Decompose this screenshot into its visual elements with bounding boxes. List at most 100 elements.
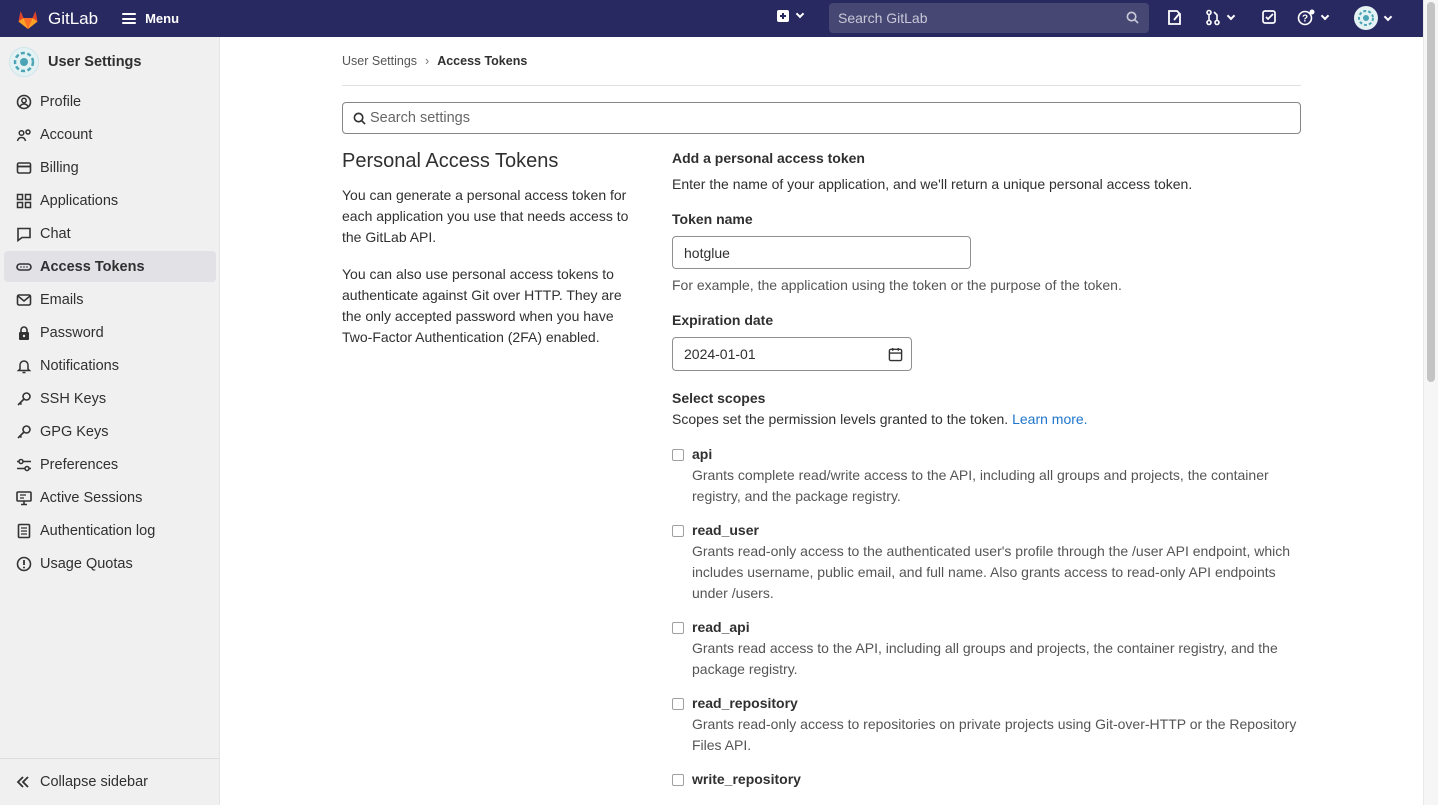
sidebar-item-usage-quotas[interactable]: Usage Quotas — [4, 548, 216, 579]
chat-icon — [16, 226, 32, 242]
chevron-down-icon — [1383, 12, 1393, 21]
bell-icon — [16, 358, 32, 374]
sidebar-item-access-tokens[interactable]: Access Tokens — [4, 251, 216, 282]
sidebar-item-label: Notifications — [40, 357, 119, 374]
scope-read-user: read_user Grants read-only access to the… — [672, 522, 1302, 604]
scope-read-api: read_api Grants read access to the API, … — [672, 619, 1302, 680]
breadcrumb-parent-link[interactable]: User Settings — [342, 54, 417, 68]
scope-checkbox[interactable] — [672, 525, 684, 537]
sidebar-item-billing[interactable]: Billing — [4, 152, 216, 183]
sidebar-item-label: Usage Quotas — [40, 555, 133, 572]
sidebar-item-chat[interactable]: Chat — [4, 218, 216, 249]
issues-icon — [1168, 10, 1181, 25]
sidebar-item-ssh-keys[interactable]: SSH Keys — [4, 383, 216, 414]
applications-icon — [16, 193, 32, 209]
avatar — [9, 47, 39, 77]
scrollbar-thumb[interactable] — [1427, 2, 1435, 382]
todo-icon — [1262, 10, 1276, 24]
global-search-input[interactable]: Search GitLab — [829, 3, 1149, 33]
sidebar-item-active-sessions[interactable]: Active Sessions — [4, 482, 216, 513]
sidebar-header[interactable]: User Settings — [0, 37, 219, 87]
user-menu-dropdown[interactable] — [1354, 6, 1393, 30]
scope-name[interactable]: api — [692, 446, 1302, 462]
billing-icon — [16, 160, 32, 176]
sidebar-item-password[interactable]: Password — [4, 317, 216, 348]
scope-name[interactable]: read_repository — [692, 695, 1302, 711]
token-name-value: hotglue — [684, 244, 730, 261]
new-dropdown[interactable] — [776, 9, 805, 23]
sidebar-item-notifications[interactable]: Notifications — [4, 350, 216, 381]
breadcrumb: User Settings › Access Tokens — [342, 54, 527, 68]
scope-name[interactable]: read_api — [692, 619, 1302, 635]
plus-square-icon — [777, 10, 789, 22]
sidebar-item-label: Chat — [40, 225, 71, 242]
sidebar-item-account[interactable]: Account — [4, 119, 216, 150]
settings-sidebar: User Settings Profile Account Billing Ap… — [0, 37, 220, 805]
sidebar-item-label: SSH Keys — [40, 390, 107, 407]
chevron-down-icon — [795, 9, 805, 19]
sidebar-item-preferences[interactable]: Preferences — [4, 449, 216, 480]
double-chevron-left-icon — [16, 775, 30, 789]
sidebar-item-authentication-log[interactable]: Authentication log — [4, 515, 216, 546]
sidebar-item-applications[interactable]: Applications — [4, 185, 216, 216]
token-name-input[interactable]: hotglue — [672, 236, 971, 269]
merge-request-icon — [1206, 9, 1220, 26]
calendar-icon[interactable] — [888, 347, 903, 362]
search-icon — [1126, 11, 1139, 24]
sidebar-item-label: Access Tokens — [40, 258, 145, 275]
profile-icon — [16, 94, 32, 110]
token-icon — [16, 259, 32, 275]
token-name-help: For example, the application using the t… — [672, 277, 1122, 293]
sidebar-item-label: Preferences — [40, 456, 119, 473]
avatar-icon — [1354, 6, 1378, 30]
collapse-sidebar-button[interactable]: Collapse sidebar — [0, 758, 219, 805]
intro-paragraph-2: You can also use personal access tokens … — [342, 266, 622, 345]
scopes-help: Scopes set the permission levels granted… — [672, 411, 1302, 427]
chevron-down-icon — [1320, 11, 1330, 21]
form-intro: Enter the name of your application, and … — [672, 176, 1193, 192]
sidebar-item-emails[interactable]: Emails — [4, 284, 216, 315]
expiration-date-input[interactable]: 2024-01-01 — [672, 337, 912, 371]
main-content: User Settings › Access Tokens Search set… — [220, 37, 1423, 805]
scope-description: Grants read-only access to repositories … — [692, 716, 1297, 753]
settings-search-placeholder: Search settings — [370, 110, 470, 126]
expiration-date-label: Expiration date — [672, 312, 774, 328]
learn-more-link[interactable]: Learn more. — [1012, 411, 1087, 427]
sidebar-item-profile[interactable]: Profile — [4, 86, 216, 117]
scope-checkbox[interactable] — [672, 774, 684, 786]
form-heading: Add a personal access token — [672, 150, 865, 166]
page-title: Personal Access Tokens — [342, 150, 559, 172]
scope-read-repository: read_repository Grants read-only access … — [672, 695, 1302, 756]
intro-paragraph-1: You can generate a personal access token… — [342, 187, 629, 245]
quota-icon — [16, 556, 32, 572]
settings-search-input[interactable]: Search settings — [342, 102, 1301, 134]
page-scrollbar[interactable] — [1423, 0, 1438, 805]
todos-button[interactable] — [1261, 9, 1277, 25]
sidebar-title: User Settings — [48, 54, 142, 70]
sidebar-item-label: Password — [40, 324, 104, 341]
scope-checkbox[interactable] — [672, 622, 684, 634]
scope-checkbox[interactable] — [672, 449, 684, 461]
scope-name[interactable]: write_repository — [692, 771, 1302, 787]
sidebar-item-label: Account — [40, 126, 93, 143]
account-icon — [16, 127, 32, 143]
global-search-placeholder: Search GitLab — [838, 10, 928, 26]
merge-requests-dropdown[interactable] — [1205, 9, 1236, 26]
help-icon: ? — [1297, 9, 1315, 26]
sidebar-item-gpg-keys[interactable]: GPG Keys — [4, 416, 216, 447]
search-icon — [353, 112, 366, 125]
svg-text:?: ? — [1302, 14, 1308, 25]
issues-button[interactable] — [1167, 9, 1183, 26]
sidebar-item-label: GPG Keys — [40, 423, 109, 440]
breadcrumb-current[interactable]: Access Tokens — [437, 54, 527, 68]
scope-api: api Grants complete read/write access to… — [672, 446, 1302, 507]
scope-name[interactable]: read_user — [692, 522, 1302, 538]
key-icon — [16, 391, 32, 407]
sidebar-item-label: Authentication log — [40, 522, 156, 539]
sidebar-item-label: Emails — [40, 291, 84, 308]
scope-checkbox[interactable] — [672, 698, 684, 710]
navbar-right: Search GitLab ? — [0, 0, 1438, 37]
help-dropdown[interactable]: ? — [1297, 9, 1330, 27]
chevron-down-icon — [1226, 11, 1236, 20]
collapse-sidebar-label: Collapse sidebar — [40, 774, 149, 790]
